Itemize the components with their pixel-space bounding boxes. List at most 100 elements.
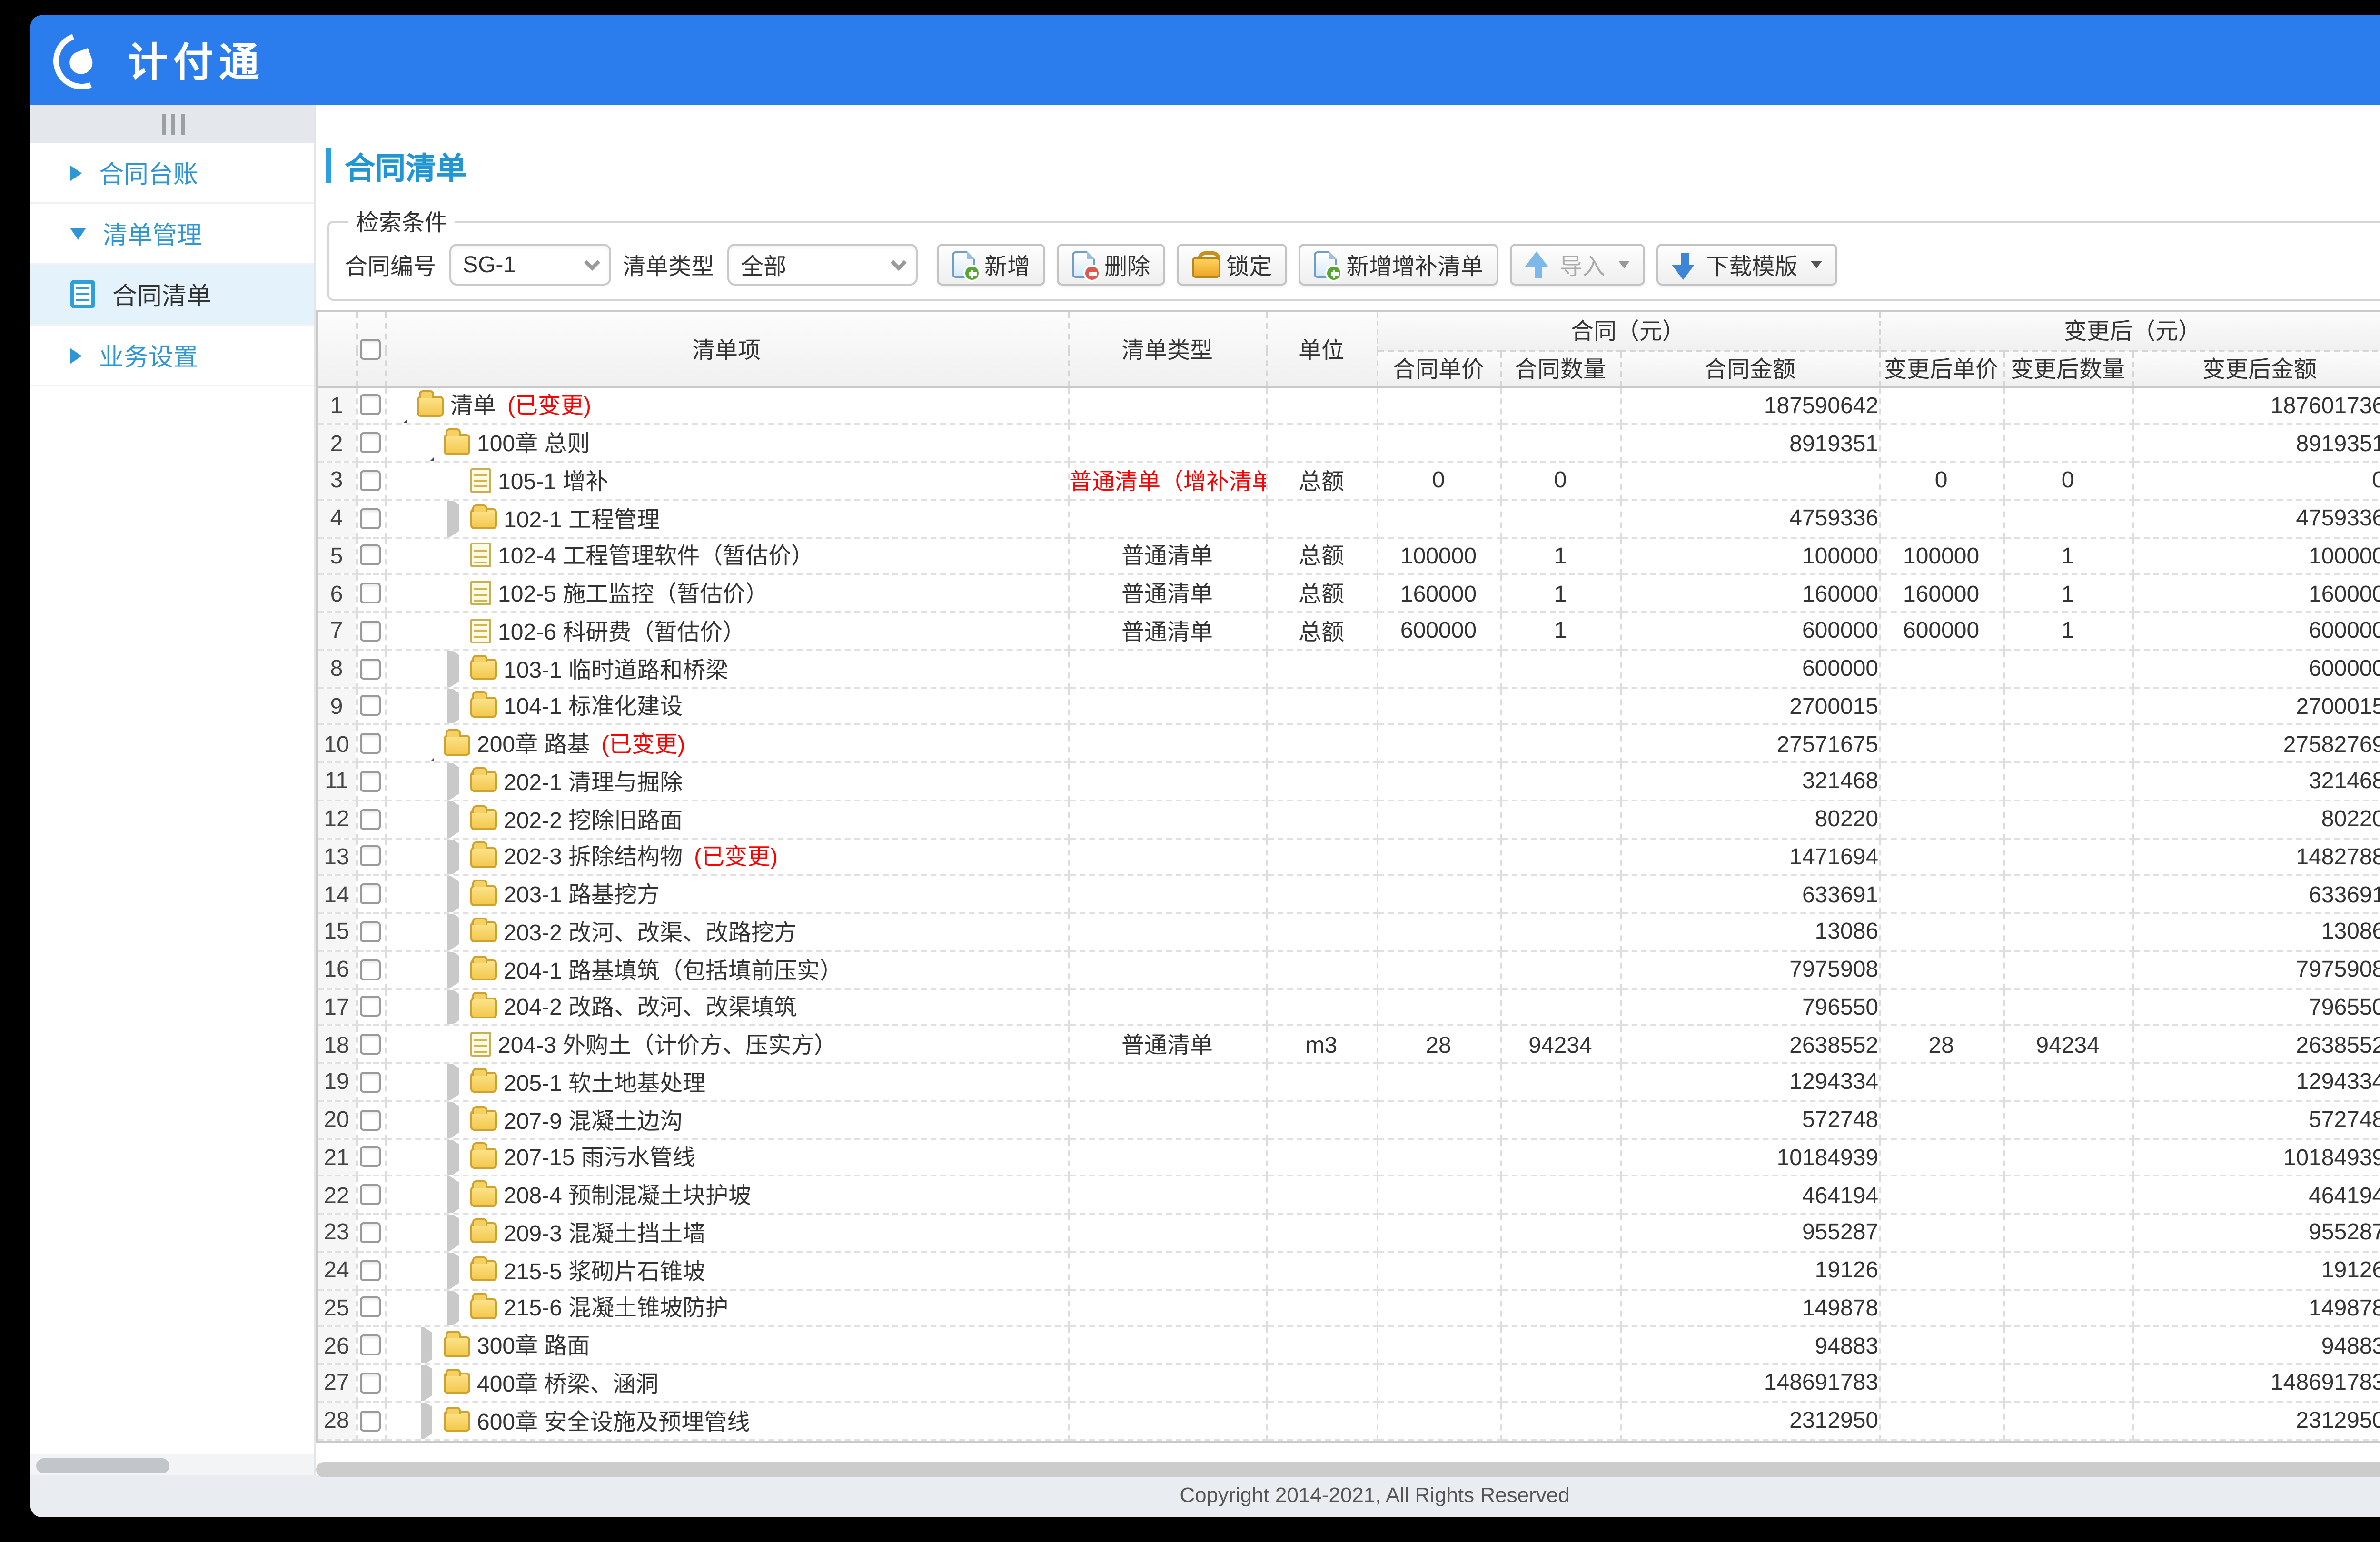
row-checkbox[interactable] [360, 921, 381, 942]
tree-expand-icon[interactable] [446, 505, 464, 532]
table-scrollbar-thumb[interactable] [316, 1461, 2380, 1476]
row-checkbox-cell [356, 424, 385, 462]
change-amount-cell: 321468 [2132, 762, 2380, 800]
sidebar-scrollbar [30, 1454, 314, 1475]
row-checkbox[interactable] [360, 1373, 381, 1394]
change-price-cell [1879, 424, 2003, 462]
select-all-checkbox[interactable] [360, 338, 381, 359]
tree-expand-icon[interactable] [446, 655, 464, 682]
change-price-cell [1879, 1101, 2003, 1138]
tree-expand-icon[interactable] [446, 693, 464, 720]
row-checkbox[interactable] [360, 1222, 381, 1243]
row-checkbox[interactable] [360, 733, 381, 754]
tree-expand-icon[interactable] [446, 994, 464, 1020]
sidebar-item-list-management[interactable]: 清单管理 [30, 204, 314, 265]
tree-expand-icon[interactable] [446, 768, 464, 795]
change-qty-cell: 1 [2003, 574, 2132, 612]
row-checkbox-cell [356, 1364, 385, 1402]
lock-button[interactable]: 锁定 [1177, 244, 1287, 286]
tree-expand-icon[interactable] [446, 843, 464, 870]
tree-expand-icon[interactable] [446, 1219, 464, 1246]
row-checkbox[interactable] [360, 846, 381, 867]
list-type-select[interactable]: 全部 [727, 244, 918, 286]
row-checkbox[interactable] [360, 508, 381, 529]
tree-expand-icon[interactable] [446, 919, 464, 945]
row-checkbox[interactable] [360, 1072, 381, 1093]
import-button[interactable]: 导入 [1510, 244, 1645, 286]
tree-expand-icon[interactable] [446, 1257, 464, 1284]
type-cell [1068, 1063, 1266, 1101]
row-checkbox[interactable] [360, 809, 381, 830]
row-checkbox[interactable] [360, 1109, 381, 1130]
table-row: 6102-5 施工监控（暂估价）普通清单总额160000116000016000… [318, 574, 2380, 612]
contract-qty-cell [1500, 687, 1620, 725]
row-checkbox[interactable] [360, 884, 381, 905]
item-label: 105-1 增补 [498, 465, 608, 497]
contract-no-select[interactable]: SG-1 [449, 244, 611, 286]
row-checkbox[interactable] [360, 696, 381, 717]
tree-collapse-icon[interactable] [420, 430, 437, 456]
unit-cell [1266, 1402, 1377, 1439]
tree-expand-icon[interactable] [420, 1332, 437, 1359]
tree-node: 202-3 拆除结构物(已变更) [386, 839, 1067, 874]
tree-collapse-icon[interactable] [420, 731, 437, 757]
tree-expand-icon[interactable] [446, 1069, 464, 1096]
tree-expand-icon[interactable] [420, 1407, 437, 1434]
row-checkbox[interactable] [360, 1034, 381, 1055]
row-checkbox[interactable] [360, 621, 381, 642]
tree-expand-icon[interactable] [446, 1144, 464, 1171]
row-number: 21 [318, 1138, 356, 1176]
sidebar-collapse-grip[interactable] [30, 105, 314, 143]
tree-expand-icon[interactable] [446, 956, 464, 983]
item-label: 207-9 混凝土边沟 [504, 1104, 683, 1136]
item-cell: 600章 安全设施及预埋管线 [385, 1402, 1068, 1439]
sidebar-item-contract-ledger[interactable]: 合同台账 [30, 143, 314, 204]
tree-expand-icon[interactable] [446, 806, 464, 832]
row-checkbox[interactable] [360, 433, 381, 454]
add-supplementary-list-button[interactable]: 新增增补清单 [1299, 244, 1498, 286]
download-template-button[interactable]: 下载模版 [1656, 244, 1837, 286]
sidebar-scrollbar-thumb[interactable] [36, 1457, 169, 1473]
tree-expand-icon[interactable] [446, 1295, 464, 1321]
row-checkbox[interactable] [360, 1260, 381, 1281]
contract-qty-cell [1500, 424, 1620, 462]
sidebar-item-contract-list[interactable]: 合同清单 [30, 265, 314, 326]
tree-expand-icon[interactable] [446, 1107, 464, 1133]
item-label: 204-3 外购土（计价方、压实方） [498, 1028, 837, 1061]
unit-cell [1266, 1063, 1377, 1101]
contract-qty-cell [1500, 1214, 1620, 1251]
item-cell: 204-3 外购土（计价方、压实方） [385, 1026, 1068, 1063]
row-checkbox[interactable] [360, 1297, 381, 1318]
table-header: 清单项 清单类型 单位 合同（元） 变更后（元） 状态 操作 合同单价 合同数量 [318, 312, 2380, 386]
row-checkbox[interactable] [360, 545, 381, 566]
contract-qty-cell [1500, 499, 1620, 537]
row-checkbox[interactable] [360, 959, 381, 980]
row-checkbox[interactable] [360, 470, 381, 491]
row-checkbox[interactable] [360, 583, 381, 604]
contract-amount-cell: 10184939 [1620, 1138, 1879, 1176]
add-button[interactable]: 新增 [937, 244, 1045, 286]
tree-expand-icon[interactable] [446, 1182, 464, 1208]
change-amount-cell: 796550 [2132, 988, 2380, 1026]
tree-expand-icon[interactable] [446, 881, 464, 908]
header-change-group: 变更后（元） [1879, 312, 2380, 350]
row-number: 16 [318, 950, 356, 988]
row-checkbox[interactable] [360, 1147, 381, 1168]
row-checkbox[interactable] [360, 771, 381, 792]
tree-expand-icon[interactable] [420, 1370, 437, 1396]
row-checkbox[interactable] [360, 997, 381, 1018]
contract-amount-cell: 321468 [1620, 762, 1879, 800]
row-checkbox[interactable] [360, 1410, 381, 1431]
item-label: 102-4 工程管理软件（暂估价） [498, 540, 814, 572]
row-checkbox[interactable] [360, 1185, 381, 1206]
contract-qty-cell [1500, 875, 1620, 913]
delete-button[interactable]: 删除 [1057, 244, 1165, 286]
folder-icon [469, 810, 496, 830]
contract-price-cell [1377, 1101, 1500, 1138]
row-checkbox[interactable] [360, 658, 381, 679]
row-checkbox[interactable] [360, 395, 381, 416]
sidebar-item-business-settings[interactable]: 业务设置 [30, 326, 314, 386]
contract-qty-cell [1500, 838, 1620, 875]
row-checkbox[interactable] [360, 1335, 381, 1356]
tree-collapse-icon[interactable] [393, 392, 410, 419]
